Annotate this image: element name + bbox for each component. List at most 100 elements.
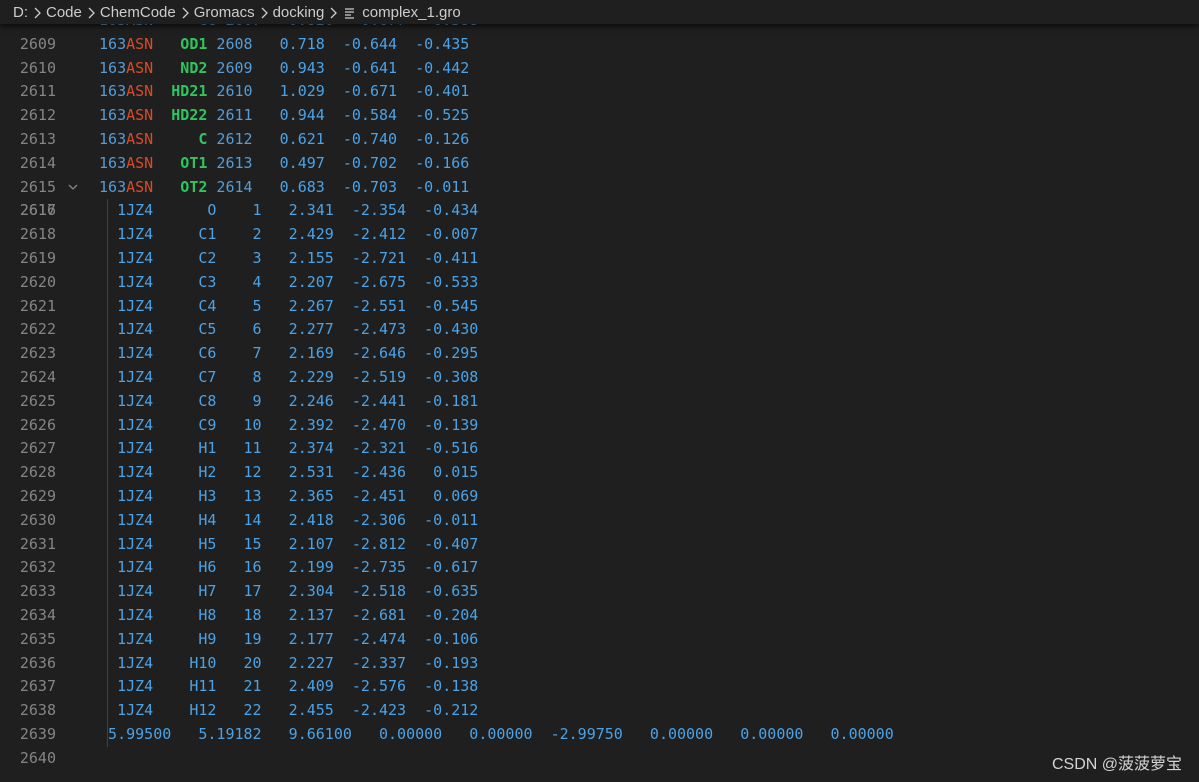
residue-id: 163 [99, 153, 127, 172]
line-text: 1JZ4 H7 17 2.304 -2.518 -0.635 [90, 582, 479, 601]
chevron-right-icon [82, 4, 100, 21]
line-text: 1JZ4 C3 4 2.207 -2.675 -0.533 [90, 272, 479, 291]
line-text: 1JZ4 H1 11 2.374 -2.321 -0.516 [90, 439, 479, 458]
code-line: 2610 163ASN OD1 2608 0.718 -0.644 -0.435 [0, 33, 1199, 77]
coordinates: 0.621 -0.740 -0.126 [252, 129, 470, 148]
atom-number: 2611 [207, 106, 253, 125]
atom-number: 2612 [207, 129, 253, 148]
line-number: 2640 [19, 748, 56, 767]
code-line: 2627 1JZ4 H1 11 2.374 -2.321 -0.516 [0, 437, 1199, 462]
chevron-right-icon [324, 4, 342, 21]
residue-id: 163 [99, 82, 127, 101]
residue-name: ASN [126, 177, 154, 196]
code-line: 2630 1JZ4 H4 14 2.418 -2.306 -0.011 [0, 508, 1199, 533]
chevron-down-icon[interactable] [64, 176, 82, 200]
code-line: 2615 163ASN OT1 2613 0.497 -0.702 -0.166 [0, 152, 1199, 196]
line-text: 1JZ4 H11 21 2.409 -2.576 -0.138 [90, 677, 479, 696]
code-line: 2638 1JZ4 H12 22 2.455 -2.423 -0.212 [0, 699, 1199, 723]
code-line: 2614 163ASN C 2612 0.621 -0.740 -0.126 [0, 128, 1199, 172]
line-number: 2632 [19, 558, 56, 577]
line-text: 1JZ4 C9 10 2.392 -2.470 -0.139 [90, 415, 479, 434]
residue-name: ASN [126, 58, 154, 77]
chevron-right-icon [176, 4, 194, 21]
breadcrumb-item-drive[interactable]: D: [13, 4, 28, 21]
code-line: 2637 1JZ4 H11 21 2.409 -2.576 -0.138 [0, 675, 1199, 700]
code-line: 2622 1JZ4 C5 6 2.277 -2.473 -0.430 [0, 318, 1199, 343]
line-text: 1JZ4 H8 18 2.137 -2.681 -0.204 [90, 605, 479, 624]
atom-number: 2613 [207, 153, 253, 172]
coordinates: 0.497 -0.702 -0.166 [252, 153, 470, 172]
line-number: 2631 [19, 534, 56, 553]
line-text: 1JZ4 C7 8 2.229 -2.519 -0.308 [90, 367, 479, 386]
line-text: 1JZ4 H4 14 2.418 -2.306 -0.011 [90, 510, 479, 529]
breadcrumb: D: Code ChemCode Gromacs docking complex… [0, 0, 1199, 24]
line-text: 1JZ4 H6 16 2.199 -2.735 -0.617 [90, 558, 479, 577]
residue-id: 163 [99, 106, 127, 125]
code-line: 2636 1JZ4 H10 20 2.227 -2.337 -0.193 [0, 651, 1199, 676]
atom-number: 2609 [207, 58, 253, 77]
line-text: 1JZ4 H5 15 2.107 -2.812 -0.407 [90, 534, 479, 553]
coordinates: 1.029 -0.671 -0.401 [252, 82, 470, 101]
line-text: 1JZ4 H2 12 2.531 -2.436 0.015 [90, 463, 479, 482]
code-line: 2626 1JZ4 C9 10 2.392 -2.470 -0.139 [0, 413, 1199, 438]
line-number: 2629 [19, 486, 56, 505]
residue-name: ASN [126, 129, 154, 148]
breadcrumb-item-docking[interactable]: docking [273, 4, 325, 21]
code-line: 2631 1JZ4 H5 15 2.107 -2.812 -0.407 [0, 532, 1199, 557]
line-number: 2625 [19, 391, 56, 410]
code-line: 2625 1JZ4 C8 9 2.246 -2.441 -0.181 [0, 389, 1199, 414]
line-number: 2626 [19, 415, 56, 434]
residue-name: ASN [126, 82, 154, 101]
code-line: 2634 1JZ4 H8 18 2.137 -2.681 -0.204 [0, 603, 1199, 628]
atom-number: 2614 [207, 177, 253, 196]
line-text: 1JZ4 C5 6 2.277 -2.473 -0.430 [90, 320, 479, 339]
residue-id: 163 [99, 129, 127, 148]
code-line: 2640 [0, 747, 1199, 771]
line-number: 2628 [19, 463, 56, 482]
chevron-right-icon [28, 4, 46, 21]
code-line: 2620 1JZ4 C3 4 2.207 -2.675 -0.533 [0, 270, 1199, 295]
atom-name: OT2 [153, 177, 208, 196]
breadcrumb-item-file[interactable]: complex_1.gro [362, 4, 460, 21]
atom-name: OD1 [153, 34, 208, 53]
code-line: 2616 163ASN OT2 2614 0.683 -0.703 -0.011 [0, 176, 1199, 220]
line-text: 1JZ4 H3 13 2.365 -2.451 0.069 [90, 486, 479, 505]
breadcrumb-item-chemcode[interactable]: ChemCode [100, 4, 176, 21]
line-text: 1JZ4 C4 5 2.267 -2.551 -0.545 [90, 296, 479, 315]
box-vector-line: 5.99500 5.19182 9.66100 0.00000 0.00000 … [90, 724, 894, 743]
line-number: 2639 [19, 724, 56, 743]
code-line: 2621 1JZ4 C4 5 2.267 -2.551 -0.545 [0, 294, 1199, 319]
coordinates: 0.718 -0.644 -0.435 [252, 34, 470, 53]
code-editor[interactable]: 2609 163ASN CG 2607 0.820 -0.677 -0.388 … [0, 9, 1199, 771]
code-line: 2633 1JZ4 H7 17 2.304 -2.518 -0.635 [0, 580, 1199, 604]
line-number: 2630 [19, 510, 56, 529]
line-number: 2634 [19, 605, 56, 624]
code-line: 2632 1JZ4 H6 16 2.199 -2.735 -0.617 [0, 556, 1199, 581]
file-lines-icon [344, 4, 362, 21]
line-number: 2617 [19, 201, 56, 220]
breadcrumb-item-gromacs[interactable]: Gromacs [194, 4, 255, 21]
line-number: 2619 [19, 248, 56, 267]
line-number: 2621 [19, 296, 56, 315]
atom-name: HD21 [153, 82, 208, 101]
residue-id: 163 [99, 177, 127, 196]
line-text: 1JZ4 C6 7 2.169 -2.646 -0.295 [90, 344, 479, 363]
atom-name: HD22 [153, 106, 208, 125]
line-number: 2623 [19, 344, 56, 363]
coordinates: 0.683 -0.703 -0.011 [252, 177, 470, 196]
line-number: 2622 [19, 320, 56, 339]
line-text: 1JZ4 H10 20 2.227 -2.337 -0.193 [90, 653, 479, 672]
line-text: 1JZ4 H12 22 2.455 -2.423 -0.212 [90, 701, 479, 720]
breadcrumb-item-code[interactable]: Code [46, 4, 82, 21]
atom-number: 2608 [207, 34, 253, 53]
code-line: 2612 163ASN HD21 2610 1.029 -0.671 -0.40… [0, 80, 1199, 124]
code-line: 2613 163ASN HD22 2611 0.944 -0.584 -0.52… [0, 104, 1199, 148]
atom-number: 2610 [207, 82, 253, 101]
code-line: 2628 1JZ4 H2 12 2.531 -2.436 0.015 [0, 461, 1199, 485]
coordinates: 0.944 -0.584 -0.525 [252, 106, 470, 125]
code-line: 2619 1JZ4 C2 3 2.155 -2.721 -0.411 [0, 246, 1199, 271]
code-line: 2618 1JZ4 C1 2 2.429 -2.412 -0.007 [0, 223, 1199, 247]
residue-id: 163 [99, 34, 127, 53]
atom-name: OT1 [153, 153, 208, 172]
line-text: 1JZ4 H9 19 2.177 -2.474 -0.106 [90, 629, 479, 648]
